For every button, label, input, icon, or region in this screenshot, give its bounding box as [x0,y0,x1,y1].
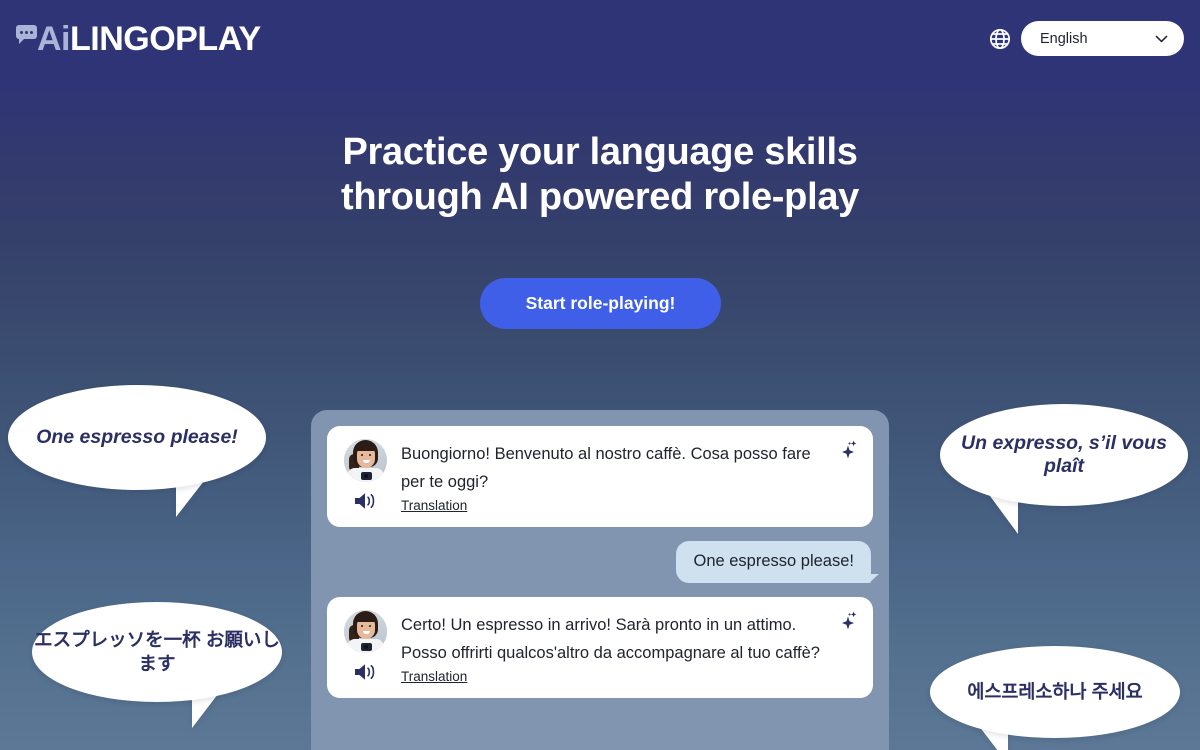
chat-preview-card: Buongiorno! Benvenuto al nostro caffè. C… [311,410,889,750]
logo-ai-text: Ai [37,20,71,58]
floating-bubble-japanese: エスプレッソを一杯 お願いします [32,602,282,728]
language-select-value: English [1040,30,1088,47]
logo[interactable]: Ai LINGOPLAY [16,19,261,59]
logo-name-text: LINGOPLAY [70,20,261,58]
site-header: Ai LINGOPLAY English [0,0,1200,78]
chevron-down-icon [1155,35,1168,43]
sparkle-icon [837,439,859,461]
chat-message-user-row: One espresso please! [327,541,879,583]
floating-bubble-english-text: One espresso please! [36,425,238,448]
page-title-line-2: through AI powered role-play [341,176,859,218]
speaker-icon[interactable] [353,662,377,682]
chat-message-text: Certo! Un espresso in arrivo! Sarà pront… [401,616,820,662]
floating-bubble-french: Un expresso, s’il vous plaît [940,404,1188,534]
chat-message-assistant: Certo! Un espresso in arrivo! Sarà pront… [327,597,873,698]
floating-bubble-japanese-text: エスプレッソを一杯 お願いします [34,629,280,674]
chat-message-assistant: Buongiorno! Benvenuto al nostro caffè. C… [327,426,873,527]
floating-bubble-korean: 에스프레소하나 주세요 [930,646,1180,750]
language-area: English [988,21,1184,56]
chat-message-user: One espresso please! [676,541,879,583]
floating-bubble-korean-text: 에스프레소하나 주세요 [967,681,1143,703]
floating-bubble-english: One espresso please! [8,385,266,517]
sparkle-icon [837,610,859,632]
translation-link[interactable]: Translation [401,669,467,684]
start-role-playing-button[interactable]: Start role-playing! [480,278,721,329]
barista-avatar [343,439,387,482]
chat-bubble-icon [16,24,38,44]
translation-link[interactable]: Translation [401,498,467,513]
page-title: Practice your language skills through AI… [0,130,1200,220]
barista-avatar [343,610,387,653]
floating-bubble-french-text: Un expresso, s’il vous plaît [961,431,1167,477]
globe-icon [988,27,1012,51]
speaker-icon[interactable] [353,491,377,511]
page-title-line-1: Practice your language skills [342,131,858,173]
language-select[interactable]: English [1021,21,1184,56]
chat-message-text: Buongiorno! Benvenuto al nostro caffè. C… [401,445,811,491]
